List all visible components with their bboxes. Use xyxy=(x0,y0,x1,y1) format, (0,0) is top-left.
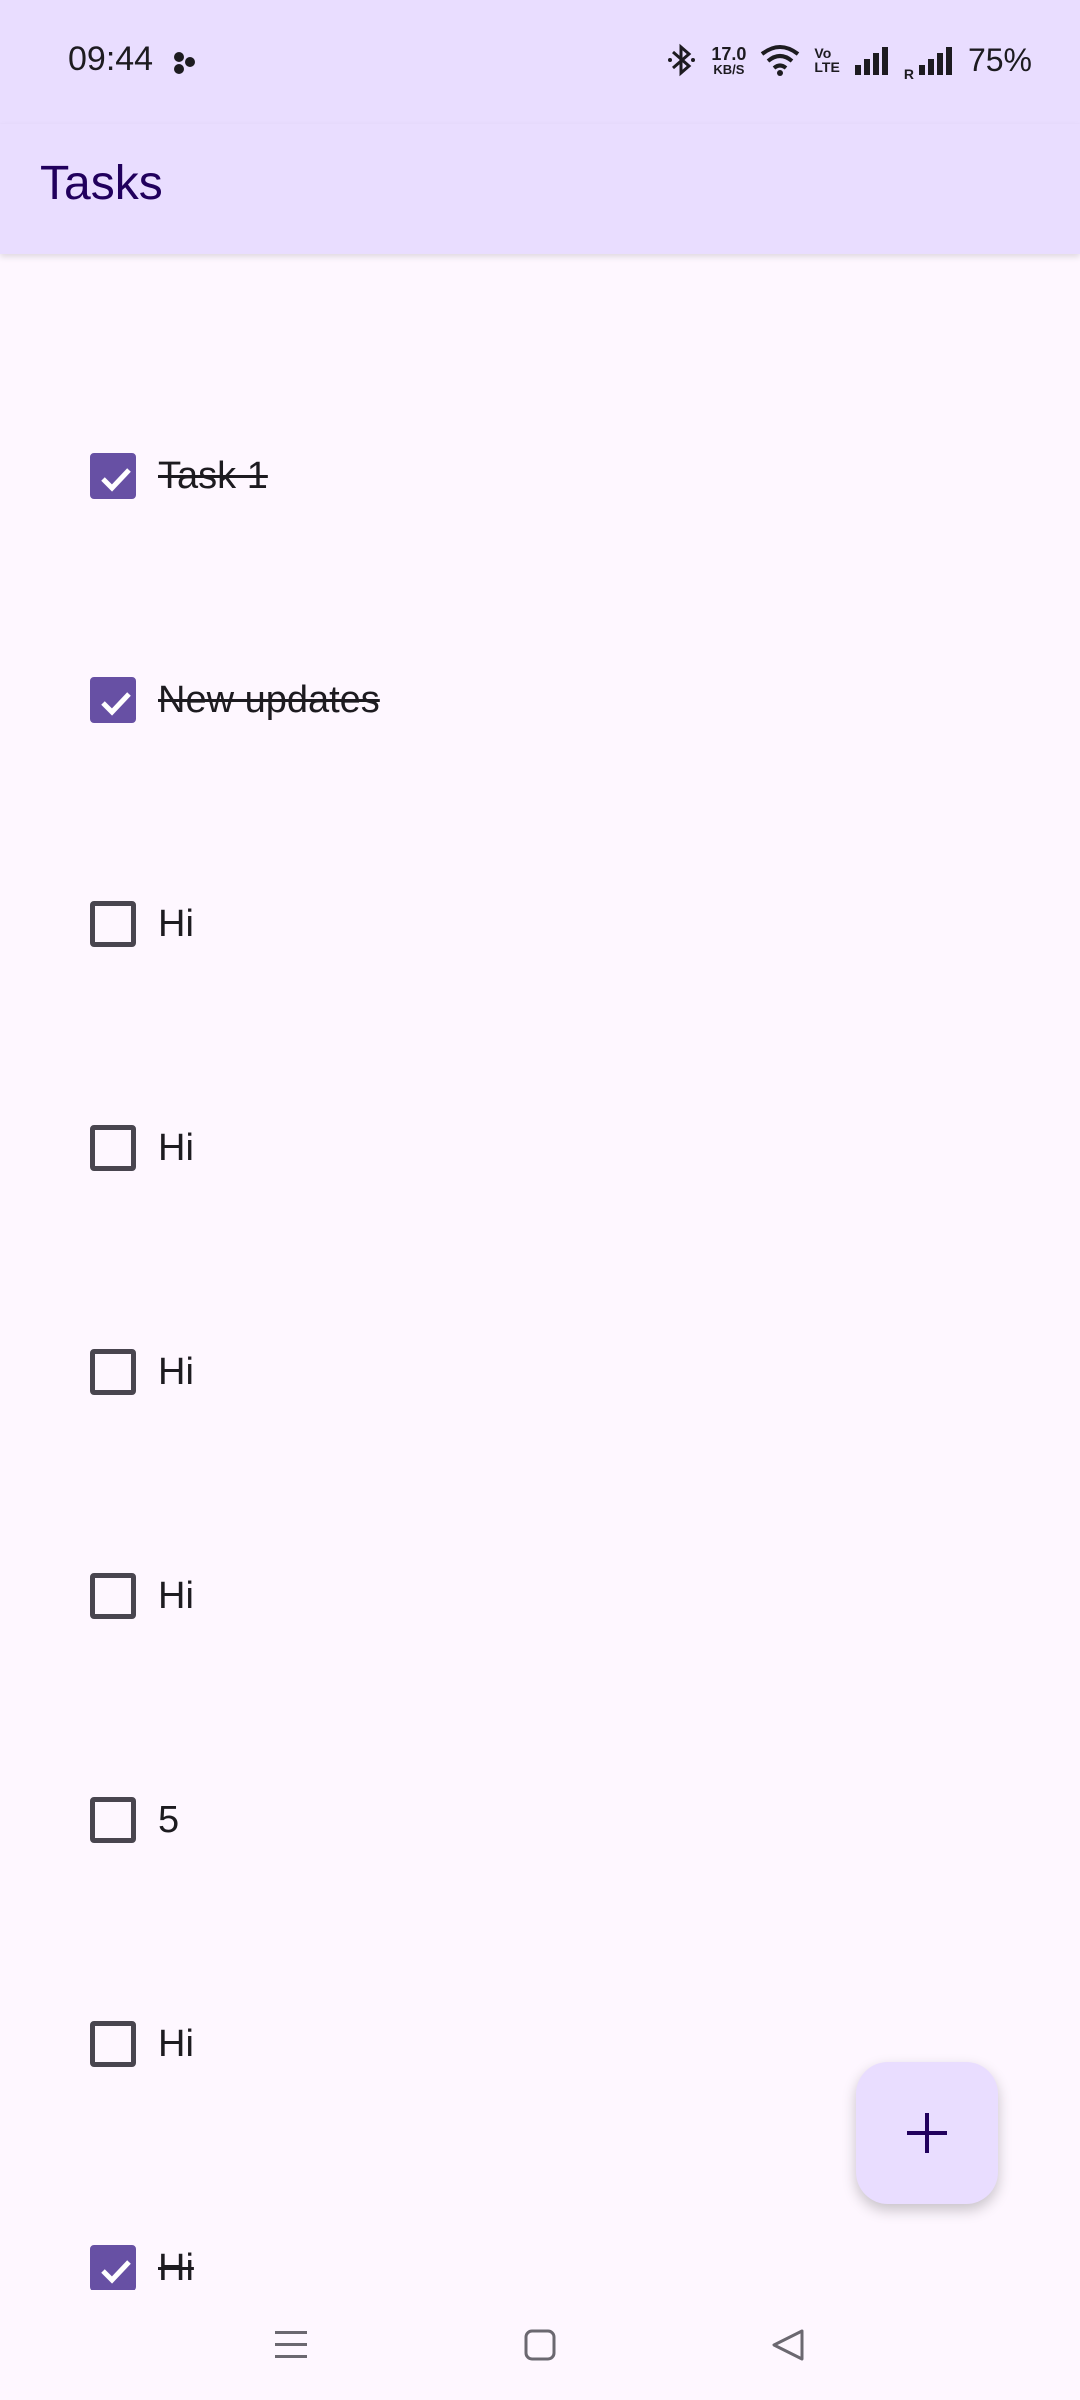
task-checkbox[interactable] xyxy=(90,2021,136,2067)
task-checkbox[interactable] xyxy=(90,1125,136,1171)
check-icon xyxy=(101,2260,131,2284)
task-label: Hi xyxy=(158,1350,194,1393)
notification-dots-icon xyxy=(174,52,195,74)
task-item[interactable]: Task 1 xyxy=(0,416,1080,536)
task-label: Hi xyxy=(158,2246,194,2289)
check-icon xyxy=(101,468,131,492)
task-checkbox[interactable] xyxy=(90,453,136,499)
roaming-indicator: R xyxy=(903,66,914,82)
net-speed-value: 17.0 xyxy=(711,43,747,64)
task-item[interactable]: Hi xyxy=(0,1088,1080,1208)
screen: 09:44 17.0 KB/S Vo LTE R 75% Tasks Task … xyxy=(0,0,1080,2400)
page-title: Tasks xyxy=(40,157,163,210)
task-checkbox[interactable] xyxy=(90,1349,136,1395)
task-item[interactable]: Hi xyxy=(0,1536,1080,1656)
task-checkbox[interactable] xyxy=(90,1797,136,1843)
task-item[interactable]: Hi xyxy=(0,1312,1080,1432)
system-navigation-bar xyxy=(0,2290,1080,2400)
back-triangle-icon xyxy=(772,2329,804,2361)
task-label: Hi xyxy=(158,902,194,945)
signal-icon-2 xyxy=(918,47,952,75)
volte-top: Vo xyxy=(814,45,832,61)
home-button[interactable] xyxy=(515,2320,565,2370)
task-item[interactable]: Hi xyxy=(0,864,1080,984)
task-label: New updates xyxy=(158,678,380,721)
wifi-icon xyxy=(761,45,800,76)
net-speed-unit: KB/S xyxy=(713,61,745,77)
bluetooth-icon xyxy=(668,43,696,77)
task-item[interactable]: 5 xyxy=(0,1760,1080,1880)
top-app-bar: Tasks xyxy=(0,124,1080,254)
task-checkbox[interactable] xyxy=(90,677,136,723)
task-checkbox[interactable] xyxy=(90,1573,136,1619)
task-label: Task 1 xyxy=(158,454,268,497)
home-square-icon xyxy=(524,2329,556,2361)
recents-button[interactable] xyxy=(266,2320,316,2370)
status-bar: 09:44 17.0 KB/S Vo LTE R 75% xyxy=(0,0,1080,124)
back-button[interactable] xyxy=(763,2320,813,2370)
task-label: 5 xyxy=(158,1798,180,1841)
task-label: Hi xyxy=(158,1574,194,1617)
task-item[interactable]: New updates xyxy=(0,640,1080,760)
add-task-button[interactable] xyxy=(856,2062,998,2204)
status-icons: 17.0 KB/S Vo LTE R 75% xyxy=(667,38,1032,82)
task-item[interactable]: Hi xyxy=(0,2208,1080,2290)
net-speed: 17.0 KB/S xyxy=(711,45,746,76)
plus-icon xyxy=(907,2113,947,2153)
check-icon xyxy=(101,692,131,716)
battery-level: 75% xyxy=(967,41,1032,78)
task-checkbox[interactable] xyxy=(90,2245,136,2290)
signal-icon xyxy=(854,47,888,75)
menu-icon xyxy=(275,2331,307,2358)
task-list[interactable]: Task 1 New updates Hi Hi Hi Hi 5 Hi Hi xyxy=(0,254,1080,2290)
volte-indicator: Vo LTE xyxy=(814,46,839,74)
status-time: 09:44 xyxy=(68,40,154,78)
volte-bottom: LTE xyxy=(814,59,840,75)
task-label: Hi xyxy=(158,1126,194,1169)
task-checkbox[interactable] xyxy=(90,901,136,947)
task-label: Hi xyxy=(158,2022,194,2065)
